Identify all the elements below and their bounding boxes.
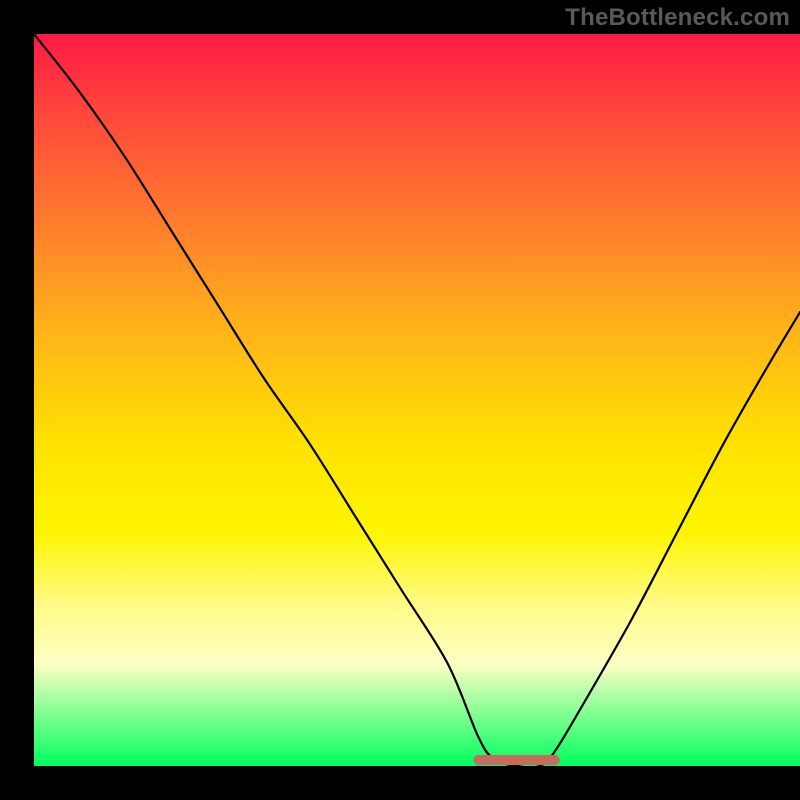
curve-overlay [34, 34, 800, 766]
bottleneck-curve [34, 34, 800, 766]
watermark-text: TheBottleneck.com [565, 4, 790, 32]
chart-container: TheBottleneck.com [0, 0, 800, 800]
